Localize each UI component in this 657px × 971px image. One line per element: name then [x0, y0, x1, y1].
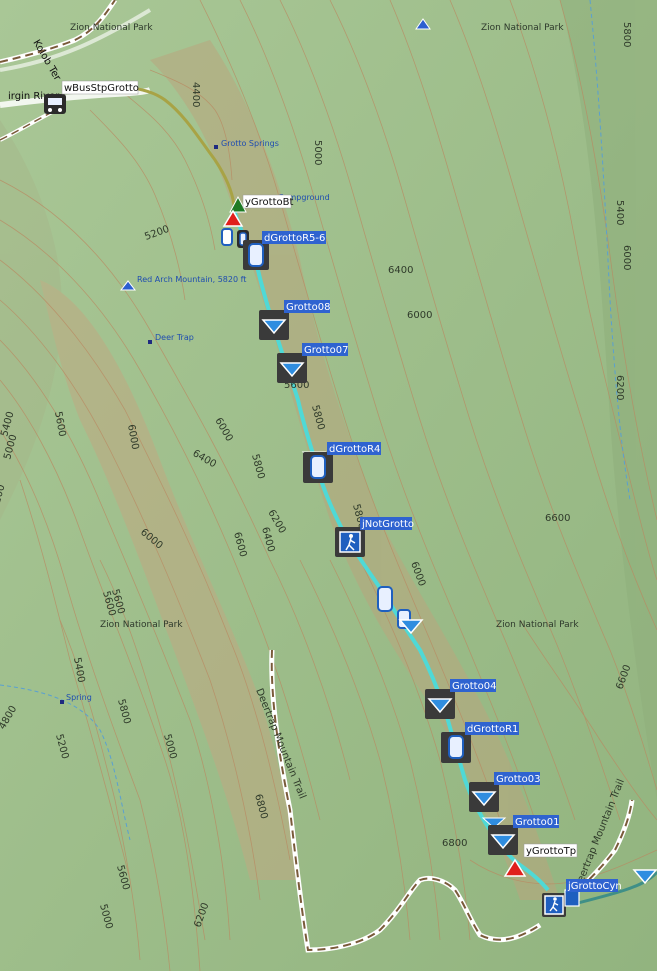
park-label: Zion National Park: [496, 620, 579, 630]
waypoint-label: Grotto08: [286, 302, 330, 313]
poi-label: Grotto Springs: [221, 139, 279, 148]
rappel-icon: [248, 243, 264, 267]
waypoint-label: Grotto04: [452, 681, 496, 692]
waypoint-label: dGrottoR4: [329, 444, 380, 455]
rappel-icon: [310, 455, 326, 479]
elevation-label: 5800: [621, 22, 632, 47]
elevation-label: 5000: [312, 140, 323, 165]
rappel-icon: [377, 586, 393, 612]
park-label: Zion National Park: [481, 23, 564, 33]
elevation-label: 6600: [545, 513, 570, 524]
elevation-label: 6000: [407, 310, 432, 321]
waypoint-label: yGrottoBt: [245, 197, 293, 208]
park-label: Zion National Park: [70, 23, 153, 33]
poi-label: Spring: [66, 693, 92, 702]
park-label: Zion National Park: [100, 620, 183, 630]
waypoint-label: wBusStpGrotto: [64, 83, 139, 94]
elevation-label: 6800: [442, 838, 467, 849]
elevation-label: 6400: [388, 265, 413, 276]
waypoint-label: jNotGrotto: [361, 519, 414, 530]
poi-label: Red Arch Mountain, 5820 ft: [137, 275, 246, 284]
waypoint-label: dGrottoR5-6: [264, 233, 325, 244]
elevation-label: 4400: [190, 82, 201, 107]
topo-map[interactable]: 5800 5400 6200 4400 5000 5200 6400 6000 …: [0, 0, 657, 971]
waypoint-label: yGrottoTp: [526, 846, 576, 857]
waypoint-label: Grotto01: [515, 817, 559, 828]
waypoint-label: dGrottoR1: [467, 724, 518, 735]
poi-dot: [148, 340, 152, 344]
rappel-icon: [448, 735, 464, 759]
poi-dot: [214, 145, 218, 149]
poi-label: Deer Trap: [155, 333, 194, 342]
waypoint-label: Grotto07: [304, 345, 348, 356]
waypoint-label: jGrottoCyn: [567, 881, 622, 892]
map-canvas[interactable]: 5800 5400 6200 4400 5000 5200 6400 6000 …: [0, 0, 657, 971]
rappel-icon: [221, 228, 233, 246]
elevation-label: 6200: [614, 375, 625, 400]
hiker-icon: [564, 889, 580, 907]
elevation-label: 6000: [621, 245, 632, 270]
elevation-label: 5400: [614, 200, 625, 225]
waypoint-label: Grotto03: [496, 774, 540, 785]
poi-dot: [60, 700, 64, 704]
